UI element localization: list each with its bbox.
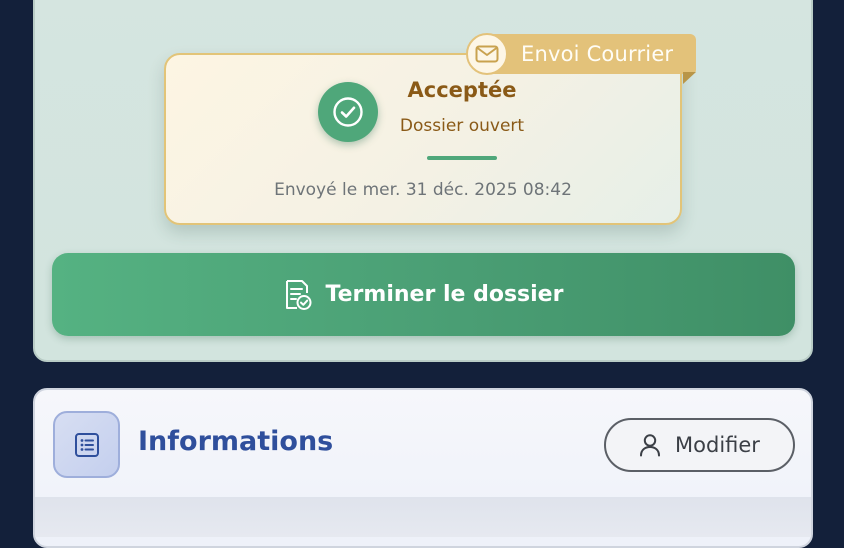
- document-check-icon: [284, 279, 312, 311]
- information-panel-divider: [35, 497, 811, 537]
- user-icon: [639, 433, 661, 457]
- sent-date: Envoyé le mer. 31 déc. 2025 08:42: [274, 180, 572, 200]
- ribbon-label: Envoi Courrier: [521, 42, 674, 66]
- finish-dossier-label: Terminer le dossier: [325, 282, 564, 307]
- information-title: Informations: [138, 426, 334, 457]
- mail-icon: [466, 33, 508, 75]
- edit-button[interactable]: Modifier: [604, 418, 795, 472]
- status-subtitle: Dossier ouvert: [399, 116, 525, 136]
- ribbon-fold: [683, 72, 696, 84]
- list-icon: [53, 411, 120, 478]
- finish-dossier-button[interactable]: Terminer le dossier: [52, 253, 795, 336]
- status-divider: [427, 156, 497, 160]
- edit-label: Modifier: [675, 433, 760, 457]
- status-title: Acceptée: [407, 78, 517, 102]
